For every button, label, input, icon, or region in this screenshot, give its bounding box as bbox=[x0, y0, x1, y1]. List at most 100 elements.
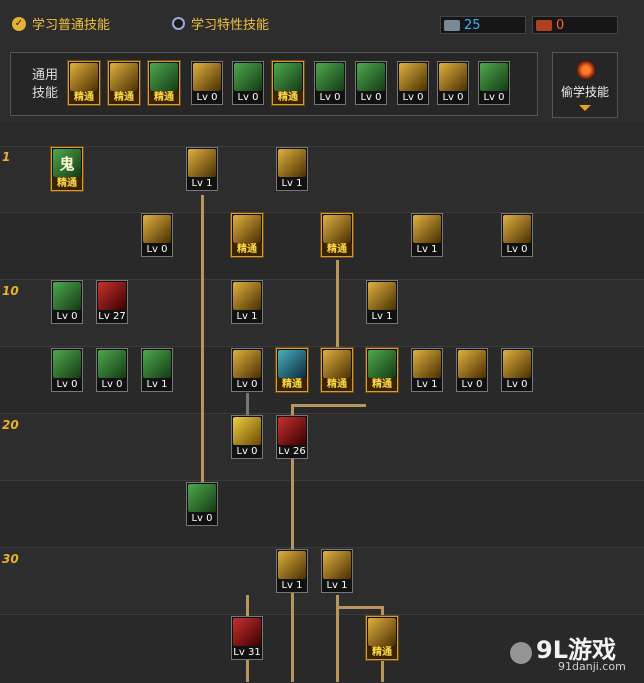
skill-slot[interactable]: Lv 1 bbox=[276, 147, 308, 191]
mastered-badge: 精通 bbox=[367, 378, 397, 391]
level-marker: 10 bbox=[2, 284, 19, 298]
tab-normal-skills-label: 学习普通技能 bbox=[32, 18, 111, 33]
skill-icon bbox=[98, 350, 126, 378]
skill-level-label: Lv 0 bbox=[502, 243, 532, 256]
connector-line bbox=[201, 195, 204, 485]
skill-level-label: Lv 0 bbox=[457, 378, 487, 391]
skill-slot[interactable]: Lv 0 bbox=[231, 348, 263, 392]
skill-icon bbox=[503, 350, 531, 378]
tab-trait-skills[interactable]: 学习特性技能 bbox=[172, 14, 269, 33]
skill-icon bbox=[413, 215, 441, 243]
skill-slot[interactable]: Lv 0 bbox=[51, 348, 83, 392]
skill-level-label: Lv 1 bbox=[232, 310, 262, 323]
skill-slot[interactable]: 精通 bbox=[272, 61, 304, 105]
skill-slot[interactable]: Lv 0 bbox=[501, 348, 533, 392]
tree-band bbox=[0, 146, 644, 213]
skill-slot[interactable]: Lv 0 bbox=[355, 61, 387, 105]
sp-value: 25 bbox=[464, 17, 481, 33]
skill-slot[interactable]: Lv 0 bbox=[501, 213, 533, 257]
tab-normal-skills[interactable]: ✓ 学习普通技能 bbox=[12, 14, 110, 33]
skill-slot[interactable]: Lv 0 bbox=[478, 61, 510, 105]
skill-icon bbox=[323, 350, 351, 378]
mastered-badge: 精通 bbox=[149, 91, 179, 104]
steal-skill-icon bbox=[577, 61, 595, 79]
skill-slot[interactable]: 精通 bbox=[108, 61, 140, 105]
skill-level-label: Lv 26 bbox=[277, 445, 307, 458]
skill-slot[interactable]: 精通 bbox=[231, 213, 263, 257]
skill-slot[interactable]: 鬼精通 bbox=[51, 147, 83, 191]
top-panel: ✓ 学习普通技能 学习特性技能 25 0 通用 技能 精通 精通 精通 Lv 0 Lv … bbox=[0, 0, 644, 122]
skill-slot[interactable]: 精通 bbox=[148, 61, 180, 105]
skill-slot[interactable]: 精通 bbox=[321, 213, 353, 257]
skill-icon bbox=[110, 63, 138, 91]
skill-slot[interactable]: 精通 bbox=[366, 348, 398, 392]
level-marker: 20 bbox=[2, 418, 19, 432]
skill-slot[interactable]: Lv 0 bbox=[231, 415, 263, 459]
sp-counter: 25 bbox=[440, 16, 526, 34]
tree-band bbox=[0, 480, 644, 548]
skill-slot[interactable]: 精通 bbox=[321, 348, 353, 392]
skill-icon bbox=[458, 350, 486, 378]
skill-slot[interactable]: Lv 0 bbox=[397, 61, 429, 105]
skill-slot[interactable]: Lv 1 bbox=[231, 280, 263, 324]
skill-level-label: Lv 27 bbox=[97, 310, 127, 323]
tp-book-icon bbox=[536, 19, 552, 31]
skill-icon bbox=[503, 215, 531, 243]
steal-skill-button[interactable]: 偷学技能 bbox=[552, 52, 618, 118]
skill-slot[interactable]: Lv 0 bbox=[191, 61, 223, 105]
skill-icon bbox=[323, 551, 351, 579]
skill-icon bbox=[274, 63, 302, 91]
watermark: 9L游戏 91danji.com bbox=[508, 628, 638, 678]
skill-icon bbox=[233, 417, 261, 445]
skill-slot[interactable]: Lv 1 bbox=[321, 549, 353, 593]
skill-icon bbox=[98, 282, 126, 310]
skill-slot[interactable]: 精通 bbox=[276, 348, 308, 392]
skill-slot[interactable]: Lv 0 bbox=[96, 348, 128, 392]
skill-slot[interactable]: Lv 31 bbox=[231, 616, 263, 660]
skill-slot[interactable]: Lv 0 bbox=[314, 61, 346, 105]
radio-icon bbox=[172, 17, 185, 30]
skill-slot[interactable]: Lv 0 bbox=[232, 61, 264, 105]
skill-level-label: Lv 0 bbox=[52, 310, 82, 323]
skill-icon bbox=[150, 63, 178, 91]
skill-slot[interactable]: Lv 0 bbox=[141, 213, 173, 257]
skill-slot[interactable]: Lv 0 bbox=[186, 482, 218, 526]
skill-icon bbox=[278, 551, 306, 579]
skill-level-label: Lv 0 bbox=[315, 91, 345, 104]
skill-icon bbox=[278, 149, 306, 177]
mastered-badge: 精通 bbox=[367, 646, 397, 659]
skill-slot[interactable]: Lv 1 bbox=[366, 280, 398, 324]
tp-counter: 0 bbox=[532, 16, 618, 34]
skill-slot[interactable]: Lv 0 bbox=[456, 348, 488, 392]
skill-slot[interactable]: Lv 0 bbox=[437, 61, 469, 105]
mastered-badge: 精通 bbox=[273, 91, 303, 104]
level-marker: 1 bbox=[2, 150, 11, 164]
skill-level-label: Lv 0 bbox=[232, 378, 262, 391]
skill-slot[interactable]: Lv 1 bbox=[411, 348, 443, 392]
mastered-badge: 精通 bbox=[52, 177, 82, 190]
skill-level-label: Lv 1 bbox=[412, 378, 442, 391]
skill-icon bbox=[233, 618, 261, 646]
skill-slot[interactable]: Lv 1 bbox=[411, 213, 443, 257]
skill-slot[interactable]: Lv 1 bbox=[141, 348, 173, 392]
skill-slot[interactable]: Lv 1 bbox=[276, 549, 308, 593]
skill-level-label: Lv 0 bbox=[233, 91, 263, 104]
skill-slot[interactable]: 精通 bbox=[366, 616, 398, 660]
common-skills-label: 通用 技能 bbox=[27, 67, 63, 103]
mastered-badge: 精通 bbox=[322, 243, 352, 256]
skill-level-label: Lv 0 bbox=[142, 243, 172, 256]
tree-band bbox=[0, 413, 644, 481]
skill-slot[interactable]: Lv 1 bbox=[186, 147, 218, 191]
skill-icon bbox=[323, 215, 351, 243]
skill-icon bbox=[234, 63, 262, 91]
skill-level-label: Lv 31 bbox=[232, 646, 262, 659]
skill-icon bbox=[143, 350, 171, 378]
skill-slot[interactable]: Lv 0 bbox=[51, 280, 83, 324]
skill-icon bbox=[413, 350, 441, 378]
skill-icon bbox=[188, 149, 216, 177]
skill-slot[interactable]: 精通 bbox=[68, 61, 100, 105]
skill-icon bbox=[278, 350, 306, 378]
skill-icon bbox=[233, 282, 261, 310]
skill-slot[interactable]: Lv 26 bbox=[276, 415, 308, 459]
skill-slot[interactable]: Lv 27 bbox=[96, 280, 128, 324]
